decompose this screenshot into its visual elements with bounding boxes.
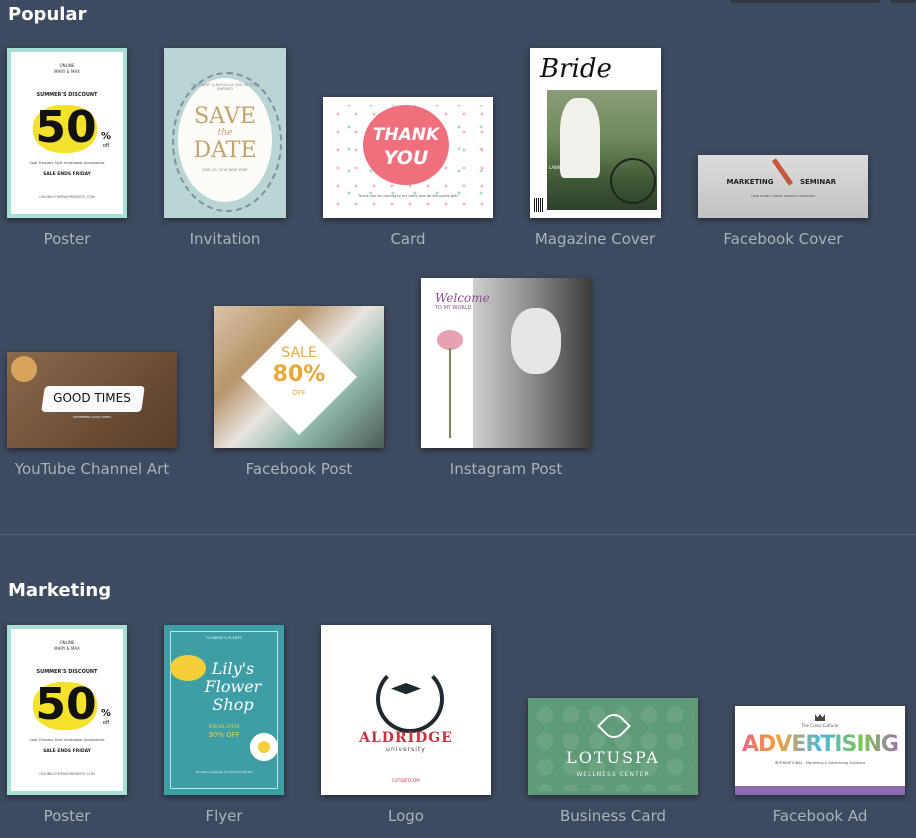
instagram-flower	[437, 330, 463, 350]
logo-laurel	[376, 665, 444, 733]
template-label: Logo	[388, 807, 424, 825]
template-label: Facebook Cover	[723, 230, 843, 248]
youtube-coffee-cup	[11, 356, 37, 382]
section-title-popular: Popular	[8, 4, 87, 25]
magazine-barcode	[534, 198, 544, 212]
fbad-purple-bar	[735, 786, 905, 795]
facebook-ad-thumbnail: The Cross-Cultural ADVERTISING INTERNATI…	[735, 706, 905, 795]
business-card-thumbnail: LOTUSPA WELLNESS CENTER	[528, 698, 698, 795]
template-label: Flyer	[205, 807, 243, 825]
template-label: Invitation	[189, 230, 261, 248]
poster-thumbnail: ONLINE MARY & MAX SUMMER'S DISCOUNT 50 %…	[7, 48, 127, 218]
facebook-cover-thumbnail: MARKETING SEMINAR HOW TO BE A GREAT PROD…	[698, 155, 868, 218]
template-label: Magazine Cover	[534, 230, 656, 248]
top-button-edge[interactable]	[890, 0, 916, 3]
card-watercolor-circle	[363, 105, 449, 185]
magazine-bicycle-wheel	[610, 158, 656, 204]
template-label: Facebook Ad	[772, 807, 868, 825]
flyer-daisy	[250, 733, 278, 761]
template-label: YouTube Channel Art	[14, 460, 170, 478]
template-label: Business Card	[559, 807, 666, 825]
template-label: Facebook Post	[245, 460, 353, 478]
template-label: Card	[390, 230, 426, 248]
invitation-thumbnail: MARGARET & NICHOLAS ARE GETTING MARRIED …	[164, 48, 286, 218]
instagram-thumbnail: Welcome TO MY WORLD	[421, 278, 591, 448]
logo-thumbnail: ALDRIDGE university FOTOJET.COM	[321, 625, 491, 795]
fbad-crown-icon	[815, 714, 825, 721]
youtube-thumbnail: GOOD TIMES REMEMBER GOOD TIMES	[7, 352, 177, 448]
section-title-marketing: Marketing	[8, 580, 112, 601]
flyer-thumbnail: FLOWERS & PLANTS Lily's Flower Shop SPEC…	[164, 625, 284, 795]
instagram-stem	[449, 348, 451, 438]
instagram-face	[511, 308, 561, 374]
facebook-post-thumbnail: SALE 80% OFF	[214, 306, 384, 448]
template-label: Instagram Post	[449, 460, 563, 478]
top-dropdown-edge[interactable]	[730, 0, 880, 3]
card-thumbnail: THANK YOU Thank you for coming to my par…	[323, 97, 493, 218]
section-divider	[0, 534, 916, 535]
poster-thumbnail: ONLINE MARY & MAX SUMMER'S DISCOUNT 50 %…	[7, 625, 127, 795]
magazine-thumbnail: Bride LAWN	[530, 48, 661, 218]
